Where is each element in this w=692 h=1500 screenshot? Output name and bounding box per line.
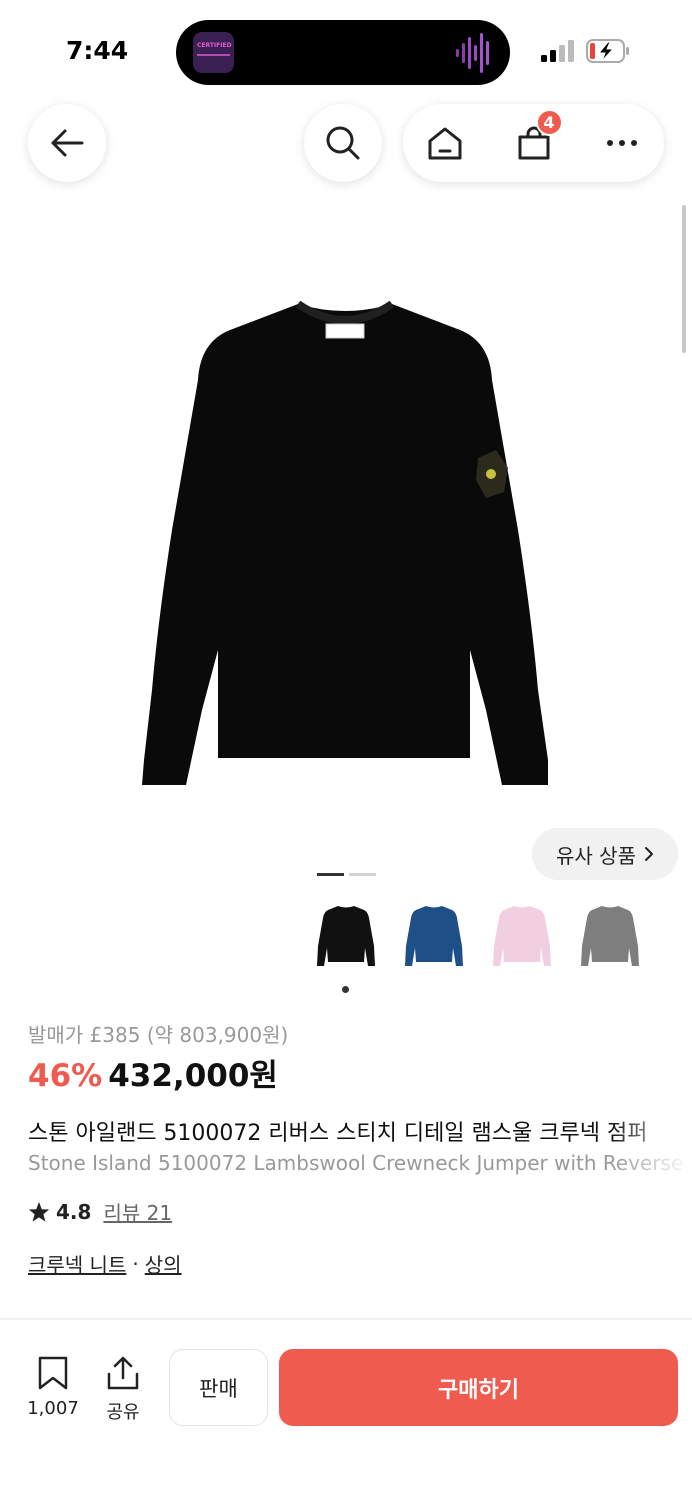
search-icon [326,126,360,160]
category-breadcrumb: 크루넥 니트 · 상의 [28,1249,182,1278]
status-time: 7:44 [66,36,129,65]
color-thumbnail-pink[interactable] [486,898,558,978]
cart-count-badge: 4 [535,109,563,136]
price-row: 46% 432,000원 [28,1050,278,1095]
category-link-tops[interactable]: 상의 [145,1249,182,1278]
now-playing-art-bar [197,54,230,56]
product-title-ko: 스톤 아일랜드 5100072 리버스 스티치 디테일 램스울 크루넥 점퍼 [28,1121,648,1146]
cellular-signal-icon [541,40,574,62]
scrollbar-thumb[interactable] [682,205,686,353]
share-icon [107,1356,139,1390]
home-icon [428,127,462,160]
product-title-en: Stone Island 5100072 Lambswool Crewneck … [28,1151,684,1175]
rating-row: 4.8 리뷰 21 [28,1197,172,1226]
original-price: 발매가 £385 (약 803,900원) [28,1023,289,1047]
color-thumbnail-navy-blue[interactable] [398,898,470,978]
review-link[interactable]: 리뷰 21 [103,1197,172,1226]
color-thumbnail-black[interactable] [310,898,382,978]
dynamic-island[interactable]: CERTIFIED [176,20,510,85]
sweater-thumbnail-icon [581,906,639,966]
share-label: 공유 [106,1402,140,1423]
rating-value: 4.8 [56,1199,92,1224]
similar-products-label: 유사 상품 [556,843,636,868]
battery-charging-icon [586,39,629,63]
now-playing-art-title: CERTIFIED [197,42,232,49]
bookmark-icon [38,1356,68,1390]
product-image[interactable] [120,290,570,800]
sale-price: 432,000원 [108,1058,278,1094]
bookmark-button[interactable]: 1,007 [26,1356,80,1419]
sweater-thumbnail-icon [405,906,463,966]
star-icon [28,1201,50,1222]
sell-button[interactable]: 판매 [169,1349,268,1426]
back-button[interactable] [28,104,106,182]
title-fade [610,1110,692,1185]
category-link-crewneck[interactable]: 크루넥 니트 [28,1249,126,1278]
bookmark-count: 1,007 [27,1398,79,1419]
cart-button[interactable]: 4 [512,109,563,165]
sweater-thumbnail-icon [317,906,375,966]
similar-products-button[interactable]: 유사 상품 [532,828,678,880]
back-arrow-icon [51,129,84,157]
page-indicator-active [317,873,344,876]
divider [0,1318,692,1320]
buy-button[interactable]: 구매하기 [279,1349,678,1426]
brand-label [325,323,365,339]
audio-waveform-icon [456,33,489,73]
search-button[interactable] [304,104,382,182]
more-button[interactable] [600,121,644,165]
share-button[interactable]: 공유 [100,1356,146,1424]
color-thumbnail-grey[interactable] [574,898,646,978]
chevron-right-icon [644,847,653,861]
home-button[interactable] [423,121,467,165]
nav-action-group: 4 [403,104,664,182]
discount-percent: 46% [28,1058,103,1094]
category-separator: · [132,1251,139,1276]
sweater-thumbnail-icon [493,906,551,966]
more-icon [607,140,637,146]
page-indicator [349,873,376,876]
selected-thumbnail-dot [342,986,349,993]
now-playing-artwork: CERTIFIED [193,32,234,73]
